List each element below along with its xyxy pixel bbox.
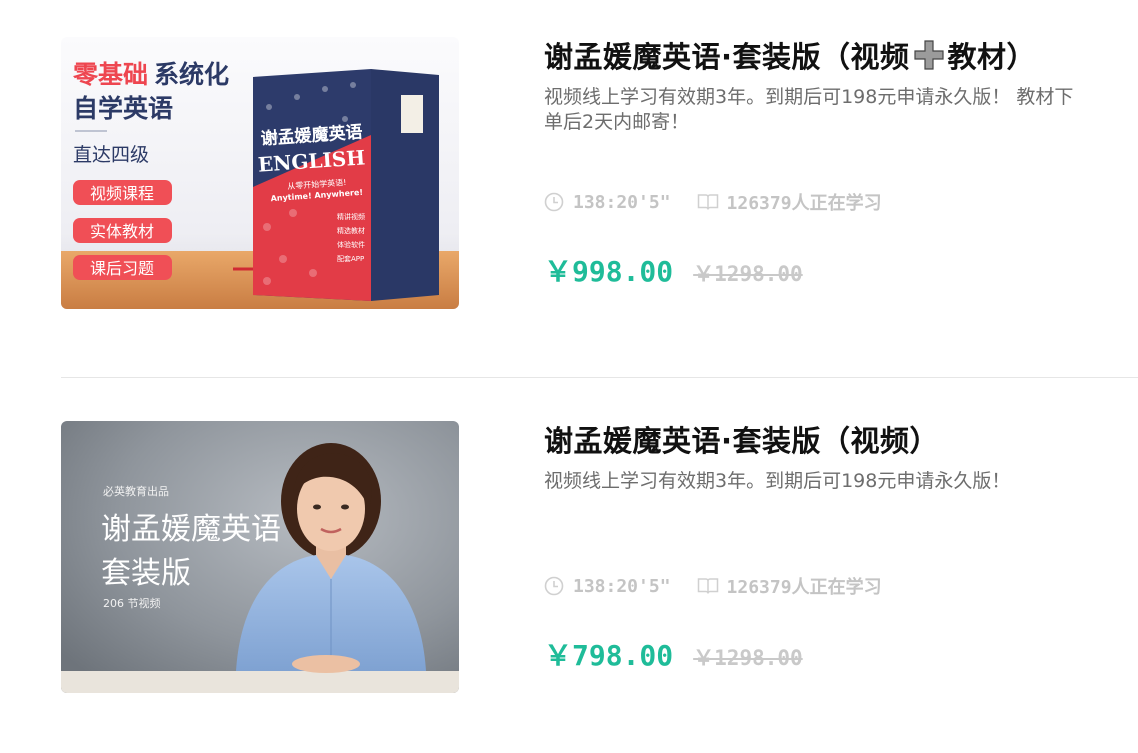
cover-tag: 视频课程 (90, 184, 154, 203)
box-feature: 精讲视频 (337, 212, 365, 221)
course-title-part1[interactable]: 谢孟媛魔英语·套装版（视频） (544, 424, 939, 458)
price-row: ￥998.00 ￥1298.00 (544, 250, 803, 290)
cover-title-line2: 套装版 (101, 556, 191, 591)
course-duration: 138:20'5" (573, 191, 671, 213)
course-meta: 138:20'5" 126379人正在学习 (544, 573, 882, 599)
course-cover-image[interactable]: 零基础 系统化 自学英语 直达四级 视频课程 实体教材 课后习题 谢孟媛魔英语 … (61, 37, 459, 309)
cover-tag: 实体教材 (90, 222, 154, 241)
cover-headline-blue: 系统化 (154, 60, 229, 89)
course-duration: 138:20'5" (573, 575, 671, 597)
course-description: 视频线上学习有效期3年。到期后可198元申请永久版！ (544, 470, 1011, 492)
original-price: ￥1298.00 (693, 646, 803, 670)
cover-subhead: 直达四级 (73, 144, 149, 166)
cover-title-line1: 谢孟媛魔英语 (101, 512, 281, 547)
box-feature: 精选教材 (337, 226, 365, 235)
divider (61, 377, 1138, 378)
price-row: ￥798.00 ￥1298.00 (544, 634, 803, 674)
clock-icon (544, 576, 564, 596)
book-icon (697, 578, 718, 594)
course-card[interactable]: 零基础 系统化 自学英语 直达四级 视频课程 实体教材 课后习题 谢孟媛魔英语 … (61, 37, 1138, 309)
cover-headline-red: 零基础 (72, 60, 148, 89)
current-price: ￥798.00 (544, 639, 674, 672)
clock-icon (544, 192, 564, 212)
box-feature: 配套APP (337, 254, 364, 263)
book-icon (697, 194, 718, 210)
course-title[interactable]: 谢孟媛魔英语·套装版（视频 教材） (544, 37, 1104, 77)
course-card[interactable]: 必英教育出品 谢孟媛魔英语 套装版 206 节视频 谢孟媛魔英语·套装版（视频）… (61, 421, 1138, 693)
cover-headline-line2: 自学英语 (73, 94, 173, 123)
cover-count: 206 节视频 (103, 596, 161, 610)
cover-tag: 课后习题 (90, 259, 154, 278)
course-title[interactable]: 谢孟媛魔英语·套装版（视频） (544, 421, 1104, 461)
cover-publisher: 必英教育出品 (103, 484, 169, 498)
course-title-part1[interactable]: 谢孟媛魔英语·套装版（视频 (544, 40, 910, 74)
course-title-part2[interactable]: 教材） (948, 40, 1037, 74)
course-learners: 126379人正在学习 (726, 577, 882, 598)
course-description: 视频线上学习有效期3年。到期后可198元申请永久版！ 教材下单后2天内邮寄！ (544, 86, 1074, 133)
course-learners: 126379人正在学习 (726, 193, 882, 214)
box-feature: 体验软件 (337, 240, 365, 249)
course-cover-image[interactable]: 必英教育出品 谢孟媛魔英语 套装版 206 节视频 (61, 421, 459, 693)
plus-icon (913, 40, 944, 70)
original-price: ￥1298.00 (693, 262, 803, 286)
course-meta: 138:20'5" 126379人正在学习 (544, 189, 882, 215)
current-price: ￥998.00 (544, 255, 674, 288)
